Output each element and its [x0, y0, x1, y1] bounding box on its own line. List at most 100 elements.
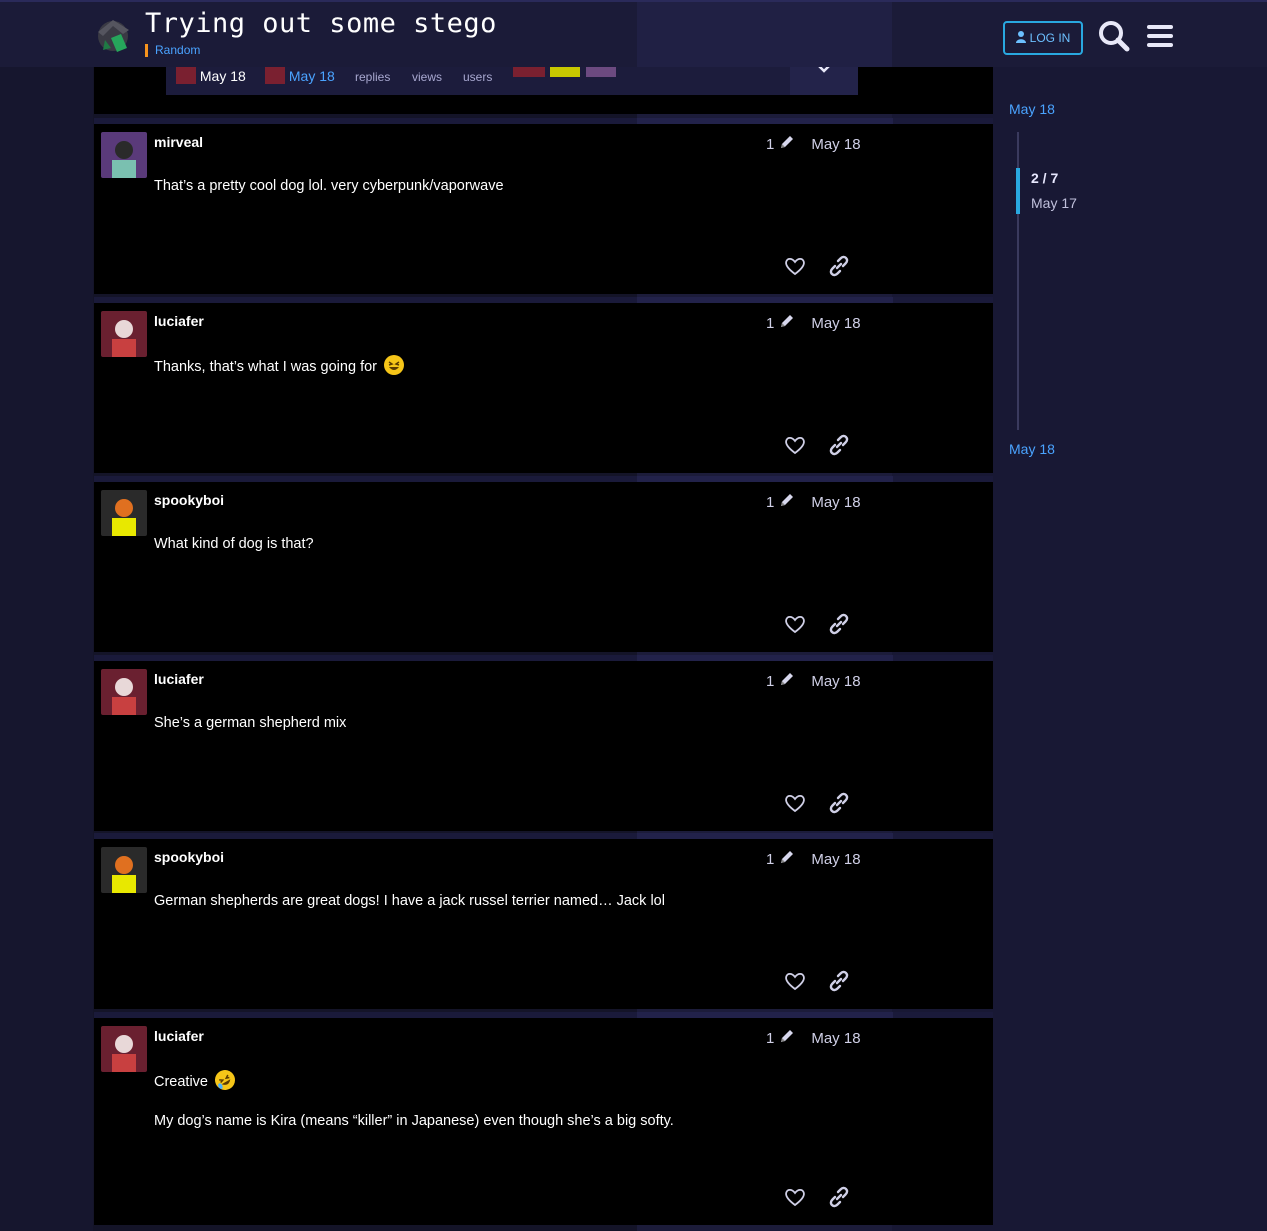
edit-count[interactable]: 1	[766, 136, 774, 153]
avatar[interactable]	[101, 490, 147, 536]
post-body: German shepherds are great dogs! I have …	[154, 891, 665, 930]
post: luciafer 1 May 18 Creative My dog’s name is…	[94, 1012, 993, 1225]
site-logo[interactable]	[93, 14, 135, 56]
post-paragraph: What kind of dog is that?	[154, 536, 314, 552]
hamburger-menu-icon	[1147, 25, 1173, 47]
post: luciafer 1 May 18 Thanks, that’s what I was…	[94, 297, 993, 473]
avatar	[176, 66, 196, 84]
topic-last-reply[interactable]: May 18	[265, 66, 335, 84]
post: luciafer 1 May 18 She’s a german shepherd m…	[94, 655, 993, 831]
copy-link-button[interactable]	[827, 791, 851, 815]
topic-created[interactable]: May 18	[176, 66, 246, 84]
post-body: She’s a german shepherd mix	[154, 713, 346, 752]
copy-link-button[interactable]	[827, 254, 851, 278]
edit-count[interactable]: 1	[766, 851, 774, 868]
pencil-icon[interactable]	[779, 849, 795, 869]
edit-count[interactable]: 1	[766, 673, 774, 690]
views-label: views	[412, 70, 443, 84]
heart-icon	[785, 615, 805, 634]
post-meta: 1 May 18	[766, 313, 861, 333]
link-icon	[829, 613, 849, 635]
login-label: LOG IN	[1029, 31, 1071, 45]
avatar[interactable]	[101, 311, 147, 357]
avatar[interactable]	[101, 847, 147, 893]
post-body: Thanks, that’s what I was going for	[154, 355, 405, 396]
post: spookyboi 1 May 18 German shepherds are gre…	[94, 833, 993, 1009]
category-badge[interactable]: Random	[145, 44, 200, 57]
like-button[interactable]	[783, 969, 807, 993]
like-button[interactable]	[783, 791, 807, 815]
replies-label: replies	[355, 70, 391, 84]
heart-icon	[785, 436, 805, 455]
post-body: What kind of dog is that?	[154, 534, 314, 573]
rolling-on-floor-laughing-emoji-icon	[211, 1066, 239, 1094]
avatar[interactable]	[101, 1026, 147, 1072]
post-meta: 1 May 18	[766, 134, 861, 154]
avatar[interactable]	[101, 669, 147, 715]
post-date[interactable]: May 18	[811, 1030, 860, 1047]
post-date[interactable]: May 18	[811, 494, 860, 511]
post-username[interactable]: luciafer	[154, 1028, 204, 1044]
timeline-handle[interactable]	[1016, 168, 1020, 214]
post-username[interactable]: luciafer	[154, 313, 204, 329]
pencil-icon[interactable]	[779, 671, 795, 691]
heart-icon	[785, 794, 805, 813]
timeline-start-date[interactable]: May 18	[1009, 101, 1055, 117]
avatar	[265, 66, 285, 84]
post: spookyboi 1 May 18 What kind of dog is that…	[94, 476, 993, 652]
edit-count[interactable]: 1	[766, 315, 774, 332]
copy-link-button[interactable]	[827, 969, 851, 993]
post-meta: 1 May 18	[766, 1028, 861, 1048]
login-button[interactable]: LOG IN	[1003, 21, 1083, 55]
post-paragraph: Creative	[154, 1066, 674, 1094]
pencil-icon[interactable]	[779, 1028, 795, 1048]
like-button[interactable]	[783, 254, 807, 278]
grinning-squinting-emoji-icon	[384, 355, 405, 375]
avatar[interactable]	[101, 132, 147, 178]
post-date[interactable]: May 18	[811, 136, 860, 153]
link-icon	[829, 255, 849, 277]
pencil-icon[interactable]	[779, 492, 795, 512]
heart-icon	[785, 1188, 805, 1207]
like-button[interactable]	[783, 1185, 807, 1209]
edit-count[interactable]: 1	[766, 1030, 774, 1047]
copy-link-button[interactable]	[827, 1185, 851, 1209]
post-date[interactable]: May 18	[811, 851, 860, 868]
post-username[interactable]: spookyboi	[154, 492, 224, 508]
timeline-end-date[interactable]: May 18	[1009, 441, 1055, 457]
post-username[interactable]: mirveal	[154, 134, 203, 150]
post-body: Creative My dog’s name is Kira (means “k…	[154, 1066, 674, 1150]
link-icon	[829, 970, 849, 992]
post-date[interactable]: May 18	[811, 315, 860, 332]
user-icon	[1015, 30, 1026, 46]
link-icon	[829, 792, 849, 814]
post-username[interactable]: luciafer	[154, 671, 204, 687]
timeline-position: 2 / 7	[1031, 170, 1059, 186]
link-icon	[829, 1186, 849, 1208]
post-paragraph: Thanks, that’s what I was going for	[154, 355, 405, 377]
copy-link-button[interactable]	[827, 612, 851, 636]
link-icon	[829, 434, 849, 456]
hamburger-menu-button[interactable]	[1143, 19, 1177, 53]
search-button[interactable]	[1097, 19, 1131, 53]
copy-link-button[interactable]	[827, 433, 851, 457]
post-paragraph: German shepherds are great dogs! I have …	[154, 893, 665, 909]
post-meta: 1 May 18	[766, 492, 861, 512]
pencil-icon[interactable]	[779, 134, 795, 154]
topic-title[interactable]: Trying out some stego	[145, 8, 497, 39]
like-button[interactable]	[783, 612, 807, 636]
post-meta: 1 May 18	[766, 671, 861, 691]
post-username[interactable]: spookyboi	[154, 849, 224, 865]
post-paragraph: That’s a pretty cool dog lol. very cyber…	[154, 178, 504, 194]
post-paragraph: She’s a german shepherd mix	[154, 715, 347, 731]
heart-icon	[785, 972, 805, 991]
pencil-icon[interactable]	[779, 313, 795, 333]
post-date[interactable]: May 18	[811, 673, 860, 690]
users-label: users	[463, 70, 493, 84]
like-button[interactable]	[783, 433, 807, 457]
edit-count[interactable]: 1	[766, 494, 774, 511]
site-header: Trying out some stego Random LOG IN	[0, 0, 1267, 67]
post-paragraph: My dog’s name is Kira (means “killer” in…	[154, 1113, 674, 1129]
post: mirveal 1 May 18 That’s a pretty cool dog l…	[94, 118, 993, 294]
post-meta: 1 May 18	[766, 849, 861, 869]
